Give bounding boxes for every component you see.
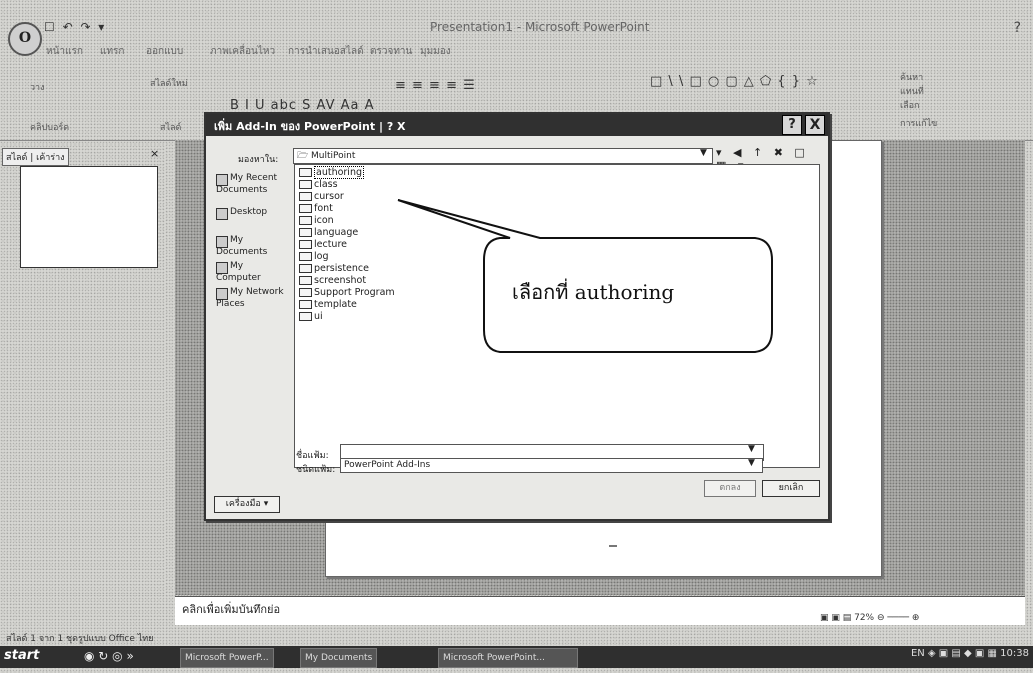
tab-design[interactable]: ออกแบบ <box>146 44 183 59</box>
folder-icon <box>299 276 312 285</box>
cancel-button[interactable]: ยกเลิก <box>762 480 820 497</box>
folder-icon <box>299 180 312 189</box>
places-bar: My Recent Documents Desktop My Documents… <box>212 162 288 502</box>
list-item[interactable]: lecture <box>299 239 347 251</box>
list-item[interactable]: ui <box>299 311 323 323</box>
paste-button[interactable]: วาง <box>30 80 45 94</box>
new-slide-button[interactable]: สไลด์ใหม่ <box>150 76 188 90</box>
folder-icon <box>299 288 312 297</box>
quick-launch-icons[interactable]: ◉ ↻ ◎ » <box>84 649 134 663</box>
list-item[interactable]: class <box>299 179 338 191</box>
tab-animations[interactable]: ภาพเคลื่อนไหว <box>210 44 275 59</box>
folder-icon <box>299 300 312 309</box>
status-bar <box>0 630 1033 644</box>
system-tray[interactable]: EN ◈ ▣ ▤ ◆ ▣ ▦ 10:38 <box>911 648 1029 659</box>
slide-thumbnail[interactable] <box>20 166 158 268</box>
filetype-label: ชนิดแฟ้ม: <box>296 465 336 475</box>
slides-group-label: สไลด์ <box>160 123 182 133</box>
desktop-icon <box>216 208 228 220</box>
folder-icon <box>299 228 312 237</box>
replace-button[interactable]: แทนที่ <box>900 84 924 98</box>
look-in-value: MultiPoint <box>311 151 356 161</box>
start-button[interactable]: start <box>4 648 39 663</box>
font-format-buttons[interactable]: B I U abc S AV Aa A <box>230 98 375 113</box>
callout-text: เลือกที่ authoring <box>512 280 675 304</box>
tab-home[interactable]: หน้าแรก <box>46 44 83 59</box>
folder-icon: 🗁 <box>297 151 312 161</box>
folder-icon <box>299 204 312 213</box>
find-button[interactable]: ค้นหา <box>900 70 923 84</box>
place-documents[interactable]: My Documents <box>216 236 288 257</box>
add-ins-dialog: เพิ่ม Add-In ของ PowerPoint | ? X ? X มอ… <box>204 112 830 521</box>
place-computer[interactable]: My Computer <box>216 262 288 283</box>
list-item[interactable]: language <box>299 227 358 239</box>
list-item[interactable]: icon <box>299 215 334 227</box>
window-title: Presentation1 - Microsoft PowerPoint <box>430 20 650 34</box>
filetype-dropdown[interactable]: PowerPoint Add-Ins <box>340 458 763 473</box>
taskbar-button[interactable]: Microsoft PowerPoint... <box>438 648 578 668</box>
tab-insert[interactable]: แทรก <box>100 44 124 59</box>
folder-icon <box>299 264 312 273</box>
list-item[interactable]: cursor <box>299 191 344 203</box>
taskbar-button[interactable]: Microsoft PowerP... <box>180 648 274 668</box>
chevron-down-icon[interactable]: ▼ <box>748 444 755 454</box>
help-icon[interactable]: ? <box>1014 20 1021 36</box>
taskbar-button[interactable]: My Documents <box>300 648 378 668</box>
folder-icon <box>299 216 312 225</box>
view-zoom-controls[interactable]: ▣ ▣ ▤ 72% ⊖ ──── ⊕ <box>820 613 919 623</box>
clipboard-group-label: คลิปบอร์ด <box>30 123 70 133</box>
folder-icon <box>299 252 312 261</box>
close-pane-icon[interactable]: × <box>150 147 159 160</box>
dialog-title-bar[interactable]: เพิ่ม Add-In ของ PowerPoint | ? X ? X <box>206 114 828 136</box>
dialog-title: เพิ่ม Add-In ของ PowerPoint | ? X <box>214 120 406 133</box>
look-in-dropdown[interactable]: 🗁 MultiPoint <box>293 148 713 164</box>
dialog-help-button[interactable]: ? <box>782 115 802 135</box>
paragraph-buttons[interactable]: ≡ ≡ ≡ ≡ ☰ <box>395 78 476 93</box>
list-item[interactable]: font <box>299 203 333 215</box>
tab-slideshow[interactable]: การนำเสนอสไลด์ <box>288 44 364 59</box>
tools-button[interactable]: เครื่องมือ ▾ <box>214 496 280 513</box>
list-item[interactable]: template <box>299 299 357 311</box>
tab-view[interactable]: มุมมอง <box>420 44 451 59</box>
place-recent[interactable]: My Recent Documents <box>216 174 288 195</box>
ok-button[interactable]: ตกลง <box>704 480 756 497</box>
filename-label: ชื่อแฟ้ม: <box>296 451 329 461</box>
status-text: สไลด์ 1 จาก 1 ชุดรูปแบบ Office ไทย <box>6 634 154 644</box>
list-item[interactable]: log <box>299 251 328 263</box>
chevron-down-icon[interactable]: ▼ <box>700 148 707 158</box>
dialog-close-button[interactable]: X <box>805 115 825 135</box>
folder-icon <box>299 312 312 321</box>
place-desktop[interactable]: Desktop <box>216 208 288 220</box>
folder-icon <box>299 192 312 201</box>
file-list[interactable]: authoring class cursor font icon languag… <box>294 164 820 468</box>
list-item[interactable]: screenshot <box>299 275 366 287</box>
shapes-gallery[interactable]: □ \ \ □ ○ ▢ △ ⬠ { } ☆ <box>650 74 819 89</box>
place-network[interactable]: My Network Places <box>216 288 288 309</box>
list-item[interactable]: persistence <box>299 263 369 275</box>
tab-review[interactable]: ตรวจทาน <box>370 44 412 59</box>
list-item[interactable]: authoring <box>299 166 364 179</box>
select-button[interactable]: เลือก <box>900 98 919 112</box>
chevron-down-icon[interactable]: ▼ <box>748 458 755 468</box>
editing-group-label: การแก้ไข <box>900 119 938 129</box>
office-button-icon[interactable]: O <box>8 22 42 56</box>
notes-placeholder: คลิกเพื่อเพิ่มบันทึกย่อ <box>182 603 281 616</box>
folder-icon <box>299 168 312 177</box>
folder-icon <box>299 240 312 249</box>
slides-outline-tab[interactable]: สไลด์ | เค้าร่าง <box>2 148 69 166</box>
quick-access-toolbar[interactable]: ☐ ↶ ↷ ▾ <box>44 20 106 34</box>
list-item[interactable]: Support Program <box>299 287 395 299</box>
slide-mark <box>609 545 617 547</box>
